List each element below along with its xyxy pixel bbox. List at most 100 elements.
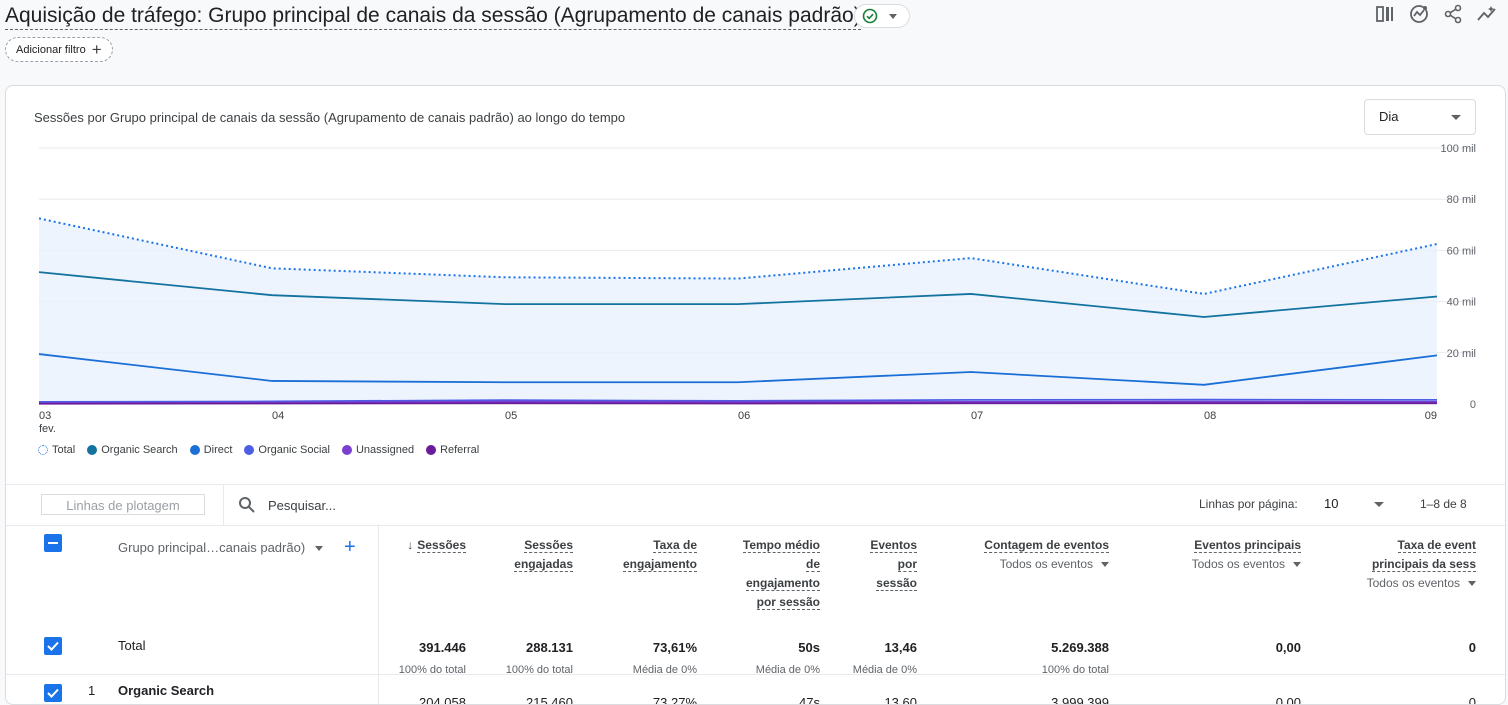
legend-swatch (189, 445, 200, 455)
legend-item[interactable]: Organic Search (87, 444, 178, 456)
event-filter-label: Todos os eventos (1191, 557, 1285, 571)
metric-header[interactable]: Eventos principais (1151, 536, 1301, 555)
chevron-down-icon (1101, 562, 1109, 568)
metric-header-label: Taxa de (653, 538, 697, 553)
metric-column: Taxa de event principais da sess Todos os … (1336, 536, 1476, 704)
metric-header-label: Taxa de event (1397, 538, 1476, 553)
metric-header-label: sessão (876, 576, 917, 591)
x-tick-label: 05 (505, 410, 517, 422)
total-value: 0 (1468, 640, 1476, 655)
add-filter-label: Adicionar filtro (16, 43, 86, 56)
add-filter-button[interactable]: Adicionar filtro + (5, 37, 113, 62)
metric-header[interactable]: Contagem de eventos (959, 536, 1109, 555)
compare-icon[interactable] (1372, 2, 1398, 26)
row-value: 47s (799, 695, 820, 705)
total-subtext: 100% do total (505, 664, 573, 676)
metric-column: ↓ Sessões 391.446 100% do total 204.058 (386, 536, 466, 705)
select-all-checkbox[interactable] (44, 534, 62, 552)
legend-swatch (38, 445, 48, 455)
chevron-down-icon (1374, 502, 1384, 507)
total-row-label: Total (118, 638, 146, 653)
metric-header-label: engajamento (745, 576, 820, 591)
x-tick-label: 03 (39, 410, 51, 422)
row-value: 73,27% (652, 695, 697, 705)
x-tick-label: 06 (738, 410, 750, 422)
total-subtext: 100% do total (398, 664, 466, 676)
legend-swatch (244, 445, 255, 455)
legend-swatch (426, 445, 437, 455)
legend-item[interactable]: Direct (189, 444, 232, 456)
plot-rows-button[interactable]: Linhas de plotagem (41, 494, 205, 515)
metric-header-label: Eventos (870, 538, 917, 553)
dimension-header[interactable]: Grupo principal…canais padrão) (118, 540, 324, 555)
metric-header[interactable]: Taxa de event principais da sess (1336, 536, 1476, 574)
legend-swatch (87, 445, 98, 455)
check-icon (47, 688, 59, 698)
metric-header-label: Sessões (417, 538, 466, 553)
metric-header-label: Eventos principais (1194, 538, 1301, 553)
insights-icon[interactable] (1406, 2, 1432, 26)
pagination-label: 1–8 de 8 (1420, 497, 1467, 511)
rows-per-page-select[interactable]: 10 (1324, 496, 1384, 511)
dimension-header-label: Grupo principal…canais padrão) (118, 540, 306, 555)
x-tick-label: 08 (1204, 410, 1216, 422)
event-filter-select[interactable]: Todos os eventos (1151, 555, 1301, 574)
rows-per-page-value: 10 (1324, 496, 1339, 511)
chevron-down-icon (1468, 581, 1476, 587)
legend-item[interactable]: Unassigned (341, 444, 414, 456)
total-row-checkbox[interactable] (44, 637, 62, 655)
total-subtext: Média de 0% (755, 664, 820, 676)
add-dimension-icon[interactable]: + (344, 536, 356, 559)
metric-header-label: engajamento (622, 557, 697, 572)
metric-header[interactable]: Eventos por sessão (837, 536, 917, 593)
metric-column: Eventos por sessão 13,46 Média de 0% 13,60 (837, 536, 917, 705)
granularity-select[interactable]: Dia (1364, 99, 1476, 135)
x-tick-label: 04 (272, 410, 284, 422)
status-pill[interactable] (854, 4, 910, 28)
metric-header[interactable]: Taxa de engajamento (587, 536, 697, 574)
total-value: 391.446 (419, 640, 466, 655)
total-value: 50s (798, 640, 820, 655)
search-box (223, 485, 470, 525)
metric-column: Tempo médio de engajamento por sessão 50s Méd… (710, 536, 820, 705)
sessions-line-chart: 100 mil 80 mil 60 mil 40 mil 20 mil 0 03fev. 04… (38, 143, 1476, 435)
y-tick-label: 20 mil (1447, 348, 1476, 360)
share-icon[interactable] (1440, 2, 1466, 26)
series-area-total (39, 218, 1437, 404)
row-value: 204.058 (419, 695, 466, 705)
row-value: 3.999.399 (1051, 695, 1109, 705)
report-title[interactable]: Aquisição de tráfego: Grupo principal de… (5, 3, 861, 30)
metric-header[interactable]: Sessões engajadas (483, 536, 573, 574)
plus-icon: + (91, 39, 102, 59)
metric-header[interactable]: Tempo médio de engajamento por sessão (710, 536, 820, 612)
legend-item[interactable]: Referral (426, 444, 479, 456)
sort-arrow-icon: ↓ (407, 538, 414, 552)
row-checkbox[interactable] (44, 684, 62, 702)
event-filter-select[interactable]: Todos os eventos (959, 555, 1109, 574)
total-value: 73,61% (652, 640, 697, 655)
trend-icon[interactable] (1474, 2, 1500, 26)
row-value: 13,60 (884, 695, 917, 705)
chevron-down-icon (1451, 115, 1461, 120)
metric-column: Taxa de engajamento 73,61% Média de 0% 73,27… (587, 536, 697, 705)
search-icon (239, 497, 255, 513)
check-circle-icon (862, 8, 878, 24)
metric-header-label: Sessões (524, 538, 573, 553)
search-input[interactable] (266, 496, 470, 514)
metric-header-label: por sessão (756, 595, 820, 610)
legend-label: Organic Social (258, 444, 330, 456)
event-filter-label: Todos os eventos (999, 557, 1093, 571)
metric-header[interactable]: ↓ Sessões (386, 536, 466, 555)
y-tick-label: 0 (1470, 399, 1476, 411)
legend-item[interactable]: Organic Social (244, 444, 330, 456)
series-line-referral (38, 402, 1437, 405)
chevron-down-icon (315, 546, 324, 552)
y-tick-label: 100 mil (1441, 143, 1476, 155)
total-subtext: Média de 0% (632, 664, 697, 676)
legend-label: Referral (440, 444, 480, 456)
metric-header-label: Contagem de eventos (984, 538, 1109, 553)
event-filter-select[interactable]: Todos os eventos (1336, 574, 1476, 593)
metric-header-label: principais da sess (1371, 557, 1476, 572)
row-value: 0,00 (1275, 695, 1301, 705)
legend-item[interactable]: Total (38, 444, 75, 456)
